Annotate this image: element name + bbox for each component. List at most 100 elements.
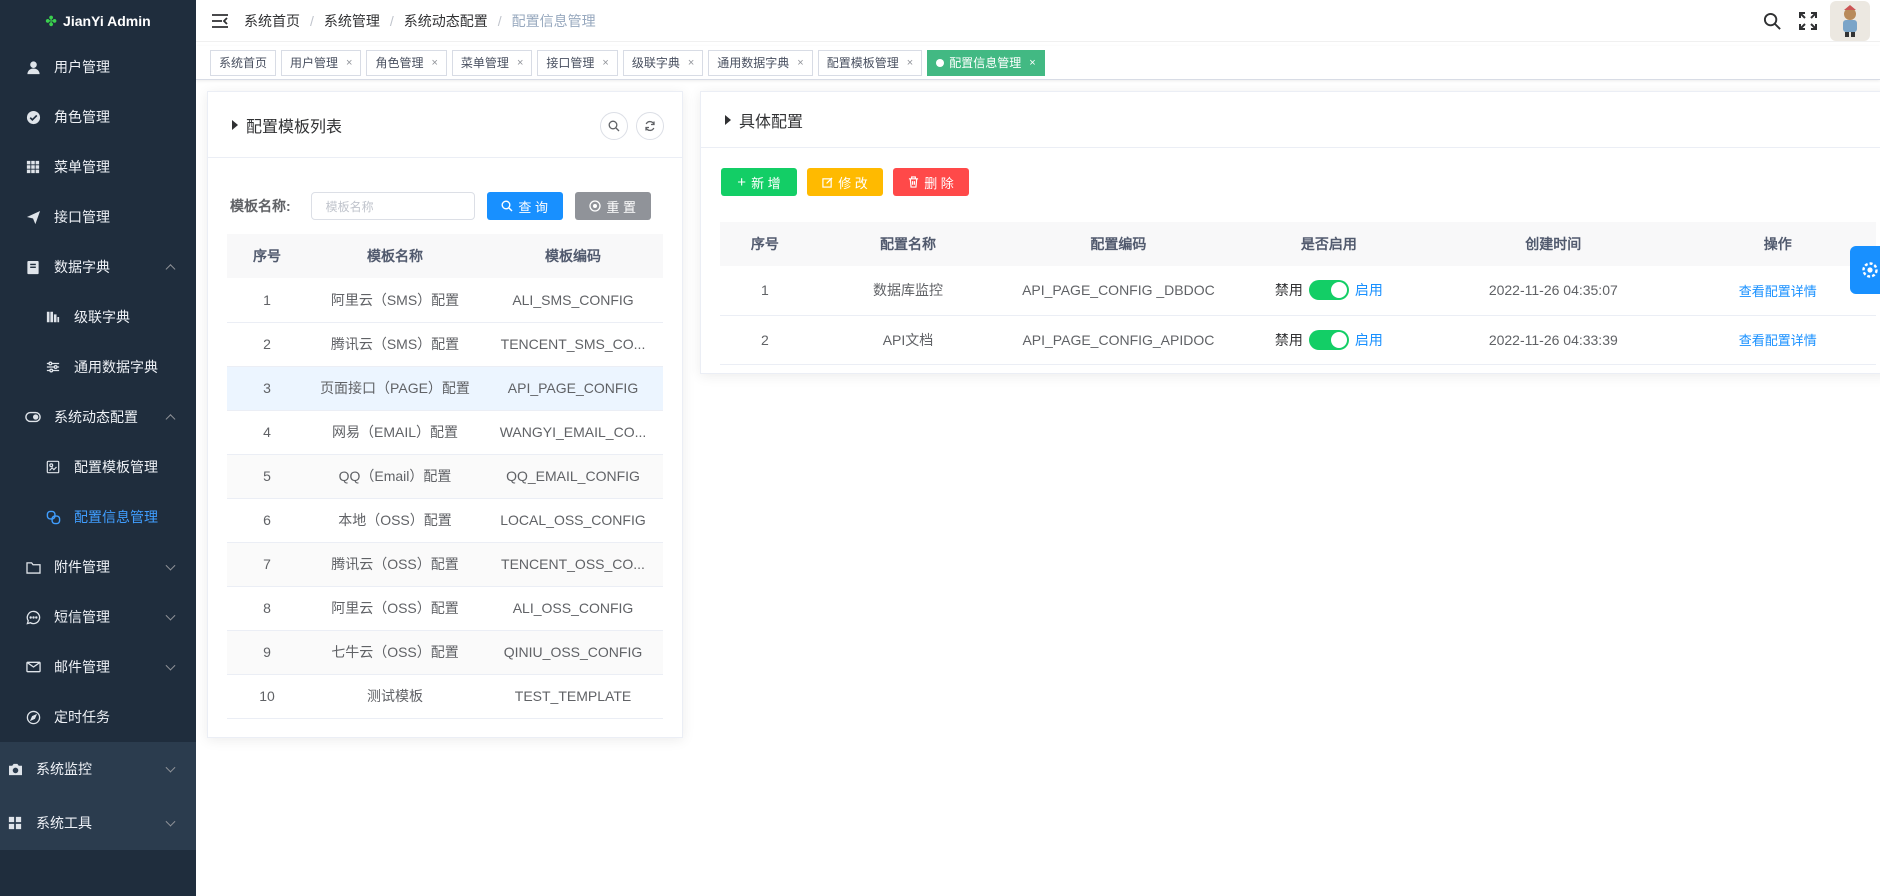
sidebar-item-roles[interactable]: 角色管理: [0, 92, 196, 142]
hamburger-button[interactable]: [196, 13, 244, 29]
enable-switch-group: 禁用 启用: [1231, 280, 1427, 301]
switch-off-label: 禁用: [1274, 331, 1303, 348]
active-dot-icon: [936, 58, 945, 67]
switch-on-label: 启用: [1354, 282, 1383, 299]
sidebar-item-config-template[interactable]: 配置模板管理: [0, 442, 196, 492]
table-row[interactable]: 5 QQ（Email）配置 QQ_EMAIL_CONFIG: [227, 454, 663, 499]
sidebar-item-config-info[interactable]: 配置信息管理: [0, 492, 196, 542]
sidebar-item-common-dict[interactable]: 通用数据字典: [0, 342, 196, 392]
send-icon: [24, 208, 42, 226]
template-name-input[interactable]: 模板名称: [310, 192, 475, 220]
avatar[interactable]: [1830, 1, 1870, 41]
header-search-button[interactable]: [1754, 12, 1790, 31]
table-row[interactable]: 2 API文档 API_PAGE_CONFIG_APIDOC 禁用 启用 202…: [720, 315, 1876, 365]
template-list-title: 配置模板列表: [246, 118, 343, 136]
sidebar-item-label: 附件管理: [54, 559, 110, 575]
close-icon[interactable]: ×: [688, 57, 694, 69]
table-row[interactable]: 2 腾讯云（SMS）配置 TENCENT_SMS_CO...: [227, 322, 663, 367]
delete-button[interactable]: 删 除: [893, 168, 969, 196]
edit-button[interactable]: 修 改: [807, 168, 883, 196]
table-row[interactable]: 1 阿里云（SMS）配置 ALI_SMS_CONFIG: [227, 278, 663, 323]
sidebar-item-cascade-dict[interactable]: 级联字典: [0, 292, 196, 342]
tag-cascade-dict[interactable]: 级联字典 ×: [622, 49, 704, 76]
table-row[interactable]: 8 阿里云（OSS）配置 ALI_OSS_CONFIG: [227, 586, 663, 631]
enable-switch[interactable]: [1308, 280, 1349, 301]
tag-label: 角色管理: [375, 56, 424, 70]
sidebar-item-tools[interactable]: 系统工具: [0, 796, 196, 850]
close-icon[interactable]: ×: [907, 57, 913, 69]
sidebar-item-dynamic-config[interactable]: 系统动态配置: [0, 392, 196, 442]
tag-config-template[interactable]: 配置模板管理 ×: [817, 49, 923, 76]
tag-roles[interactable]: 角色管理 ×: [366, 49, 447, 76]
column-header: 模板编码: [483, 234, 663, 278]
cell-actions: 查看配置详情: [1679, 266, 1876, 316]
close-icon[interactable]: ×: [797, 57, 803, 69]
add-button[interactable]: + 新 增: [721, 168, 797, 196]
table-row[interactable]: 6 本地（OSS）配置 LOCAL_OSS_CONFIG: [227, 498, 663, 543]
close-icon[interactable]: ×: [1029, 57, 1035, 69]
cell-index: 5: [227, 454, 307, 499]
breadcrumb-item-current: 配置信息管理: [511, 12, 596, 29]
cell-template-code: TENCENT_OSS_CO...: [483, 542, 663, 587]
sidebar-item-attachments[interactable]: 附件管理: [0, 542, 196, 592]
enable-switch[interactable]: [1308, 329, 1349, 350]
table-row[interactable]: 1 数据库监控 API_PAGE_CONFIG _DBDOC 禁用 启用 202…: [720, 266, 1876, 316]
tag-config-info[interactable]: 配置信息管理 ×: [927, 49, 1045, 76]
table-row[interactable]: 7 腾讯云（OSS）配置 TENCENT_OSS_CO...: [227, 542, 663, 587]
close-icon[interactable]: ×: [602, 57, 608, 69]
table-row[interactable]: 10 测试模板 TEST_TEMPLATE: [227, 674, 663, 719]
settings-drawer-button[interactable]: [1850, 246, 1880, 294]
column-header: 序号: [720, 222, 810, 266]
sidebar-item-users[interactable]: 用户管理: [0, 42, 196, 92]
table-header-row: 序号 模板名称 模板编码: [227, 234, 663, 278]
cell-template-name: 测试模板: [307, 674, 483, 719]
sidebar-item-monitor[interactable]: 系统监控: [0, 742, 196, 796]
breadcrumb-item-dynamic-config[interactable]: 系统动态配置: [404, 11, 488, 31]
config-detail-title: 具体配置: [739, 113, 804, 131]
sidebar-item-label: 配置模板管理: [74, 459, 158, 475]
sidebar-item-apis[interactable]: 接口管理: [0, 192, 196, 242]
tag-apis[interactable]: 接口管理 ×: [537, 49, 618, 76]
table-row-selected[interactable]: 3 页面接口（PAGE）配置 API_PAGE_CONFIG: [227, 366, 663, 411]
sidebar-item-menus[interactable]: 菜单管理: [0, 142, 196, 192]
tag-home[interactable]: 系统首页: [210, 49, 277, 76]
view-detail-link[interactable]: 查看配置详情: [1739, 284, 1817, 299]
breadcrumb-item-system[interactable]: 系统管理: [324, 11, 380, 31]
close-icon[interactable]: ×: [346, 57, 352, 69]
config-toolbar: + 新 增 修 改 删 除: [701, 148, 1880, 222]
tag-menus[interactable]: 菜单管理 ×: [451, 49, 533, 76]
table-row[interactable]: 9 七牛云（OSS）配置 QINIU_OSS_CONFIG: [227, 630, 663, 675]
logo[interactable]: ✤ JianYi Admin: [0, 0, 196, 42]
tag-users[interactable]: 用户管理 ×: [281, 49, 362, 76]
sidebar-item-sms[interactable]: 短信管理: [0, 592, 196, 642]
query-button[interactable]: 查 询: [486, 192, 563, 220]
cell-template-name: 七牛云（OSS）配置: [307, 630, 483, 675]
sidebar-item-label: 接口管理: [54, 209, 110, 225]
config-detail-card: 具体配置 + 新 增 修 改 删 除 序号 配置名称 配置编码 是否启用 创建时…: [700, 91, 1880, 374]
view-detail-link[interactable]: 查看配置详情: [1739, 333, 1817, 348]
sidebar-item-dict[interactable]: 数据字典: [0, 242, 196, 292]
cell-index: 8: [227, 586, 307, 631]
toggle-search-button[interactable]: [600, 112, 628, 140]
sidebar-item-label: 定时任务: [54, 709, 110, 725]
refresh-button[interactable]: [636, 112, 664, 140]
tag-label: 级联字典: [631, 56, 680, 70]
sliders-icon: [44, 358, 62, 376]
column-header: 创建时间: [1427, 222, 1680, 266]
sidebar-item-mail[interactable]: 邮件管理: [0, 642, 196, 692]
sidebar-item-scheduled-tasks[interactable]: 定时任务: [0, 692, 196, 742]
close-icon[interactable]: ×: [517, 57, 523, 69]
breadcrumb-item-home[interactable]: 系统首页: [244, 11, 300, 31]
cell-index: 9: [227, 630, 307, 675]
table-row[interactable]: 4 网易（EMAIL）配置 WANGYI_EMAIL_CO...: [227, 410, 663, 455]
breadcrumb-separator: /: [497, 12, 502, 29]
reset-button[interactable]: 重 置: [574, 192, 651, 220]
plus-icon: +: [737, 173, 747, 191]
cell-template-name: 阿里云（OSS）配置: [307, 586, 483, 631]
add-label: 新 增: [751, 175, 781, 191]
tag-label: 配置模板管理: [826, 56, 899, 70]
close-icon[interactable]: ×: [431, 57, 437, 69]
fullscreen-button[interactable]: [1790, 12, 1826, 30]
tag-label: 配置信息管理: [949, 56, 1022, 70]
tag-common-dict[interactable]: 通用数据字典 ×: [708, 49, 813, 76]
